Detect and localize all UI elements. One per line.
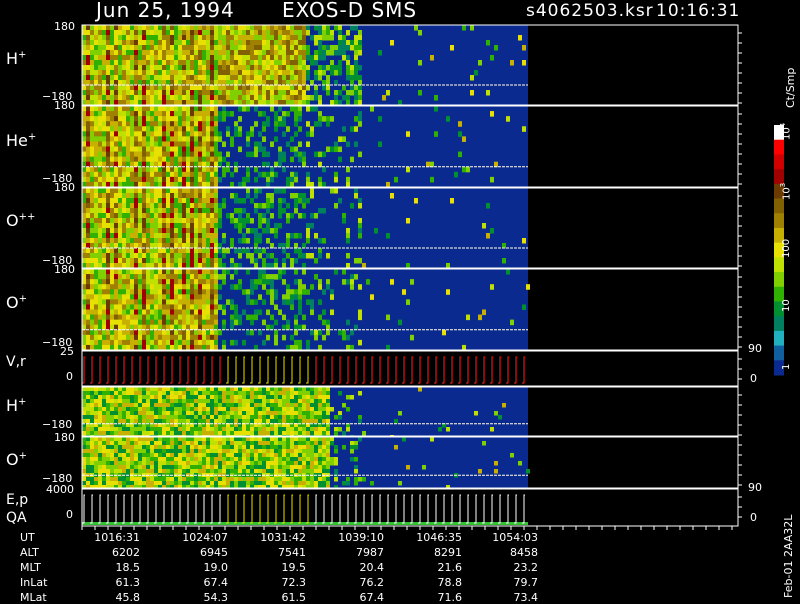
panel-label-he-plus: He+	[6, 131, 36, 150]
table-cell: 54.3	[180, 591, 228, 604]
table-cell: 73.4	[490, 591, 538, 604]
ytick-p4-top: 180	[54, 263, 75, 276]
table-row-label: ALT	[20, 546, 39, 559]
colorbar-segment	[774, 140, 784, 155]
panel-label-vr: V,r	[6, 354, 26, 370]
table-cell: 79.7	[490, 576, 538, 589]
ytick-p5-bot: 0	[66, 370, 73, 383]
ytick-p7-top: 180	[54, 431, 75, 444]
ytick-p1-top: 180	[54, 20, 75, 33]
table-cell: 21.6	[414, 561, 462, 574]
colorbar-segment	[774, 331, 784, 346]
table-cell: 45.8	[92, 591, 140, 604]
table-cell: 78.8	[414, 576, 462, 589]
rtick-p5-bot: 0	[750, 372, 757, 385]
table-cell: 1046:35	[414, 531, 462, 544]
table-cell: 67.4	[336, 591, 384, 604]
ytick-p2-top: 180	[54, 99, 75, 112]
colorbar-segment	[774, 199, 784, 214]
rtick-p8-bot: 0	[750, 511, 757, 524]
colorbar-title: Ct/Smp	[784, 68, 797, 108]
rtick-p5-top: 90	[748, 342, 762, 355]
table-row-label: MLat	[20, 591, 47, 604]
table-cell: 8458	[490, 546, 538, 559]
table-cell: 23.2	[490, 561, 538, 574]
panel-label-h-plus: H+	[6, 49, 26, 68]
table-cell: 6202	[92, 546, 140, 559]
table-cell: 76.2	[336, 576, 384, 589]
table-cell: 71.6	[414, 591, 462, 604]
table-cell: 20.4	[336, 561, 384, 574]
table-cell: 1039:10	[336, 531, 384, 544]
spectrogram-cells	[82, 25, 738, 526]
ytick-p5-top: 25	[60, 345, 74, 358]
table-cell: 1024:07	[180, 531, 228, 544]
table-cell: 61.3	[92, 576, 140, 589]
panel-label-o-plus: O+	[6, 293, 27, 312]
colorbar-tick-100: 100	[781, 239, 792, 258]
colorbar-segment	[774, 316, 784, 331]
table-cell: 19.5	[258, 561, 306, 574]
colorbar-tick-1e4: 104	[779, 123, 792, 140]
colorbar-tick-10: 10	[781, 299, 792, 312]
colorbar-segment	[774, 272, 784, 287]
panel-label-o-plusplus: O++	[6, 211, 35, 230]
table-row-label: InLat	[20, 576, 47, 589]
table-cell: 8291	[414, 546, 462, 559]
panel-label-qa: QA	[6, 510, 27, 526]
colorbar-segment	[774, 257, 784, 272]
table-cell: 6945	[180, 546, 228, 559]
table-cell: 7987	[336, 546, 384, 559]
table-cell: 67.4	[180, 576, 228, 589]
table-cell: 1016:31	[92, 531, 140, 544]
panel-label-ep: E,p	[6, 492, 28, 508]
table-row-label: MLT	[20, 561, 41, 574]
side-text: Feb-01 2AA32L	[782, 515, 795, 598]
colorbar-tick-1e3: 103	[779, 183, 792, 200]
panel-label-h-plus-2: H+	[6, 396, 26, 415]
ytick-p3-top: 180	[54, 181, 75, 194]
table-cell: 72.3	[258, 576, 306, 589]
ytick-p6-bot: −180	[42, 418, 72, 431]
colorbar-segment	[774, 154, 784, 169]
table-cell: 18.5	[92, 561, 140, 574]
ytick-p8-bot: 0	[66, 508, 73, 521]
spectrogram-plot	[0, 0, 800, 600]
table-cell: 7541	[258, 546, 306, 559]
table-cell: 61.5	[258, 591, 306, 604]
table-row-label: UT	[20, 531, 35, 544]
ytick-p8-top: 4000	[46, 483, 74, 496]
colorbar-segment	[774, 213, 784, 228]
rtick-p8-top: 90	[748, 481, 762, 494]
table-cell: 19.0	[180, 561, 228, 574]
table-cell: 1031:42	[258, 531, 306, 544]
panel-label-o-plus-2: O+	[6, 450, 27, 469]
colorbar-tick-1: 1	[781, 364, 792, 370]
table-cell: 1054:03	[490, 531, 538, 544]
colorbar-segment	[774, 346, 784, 361]
